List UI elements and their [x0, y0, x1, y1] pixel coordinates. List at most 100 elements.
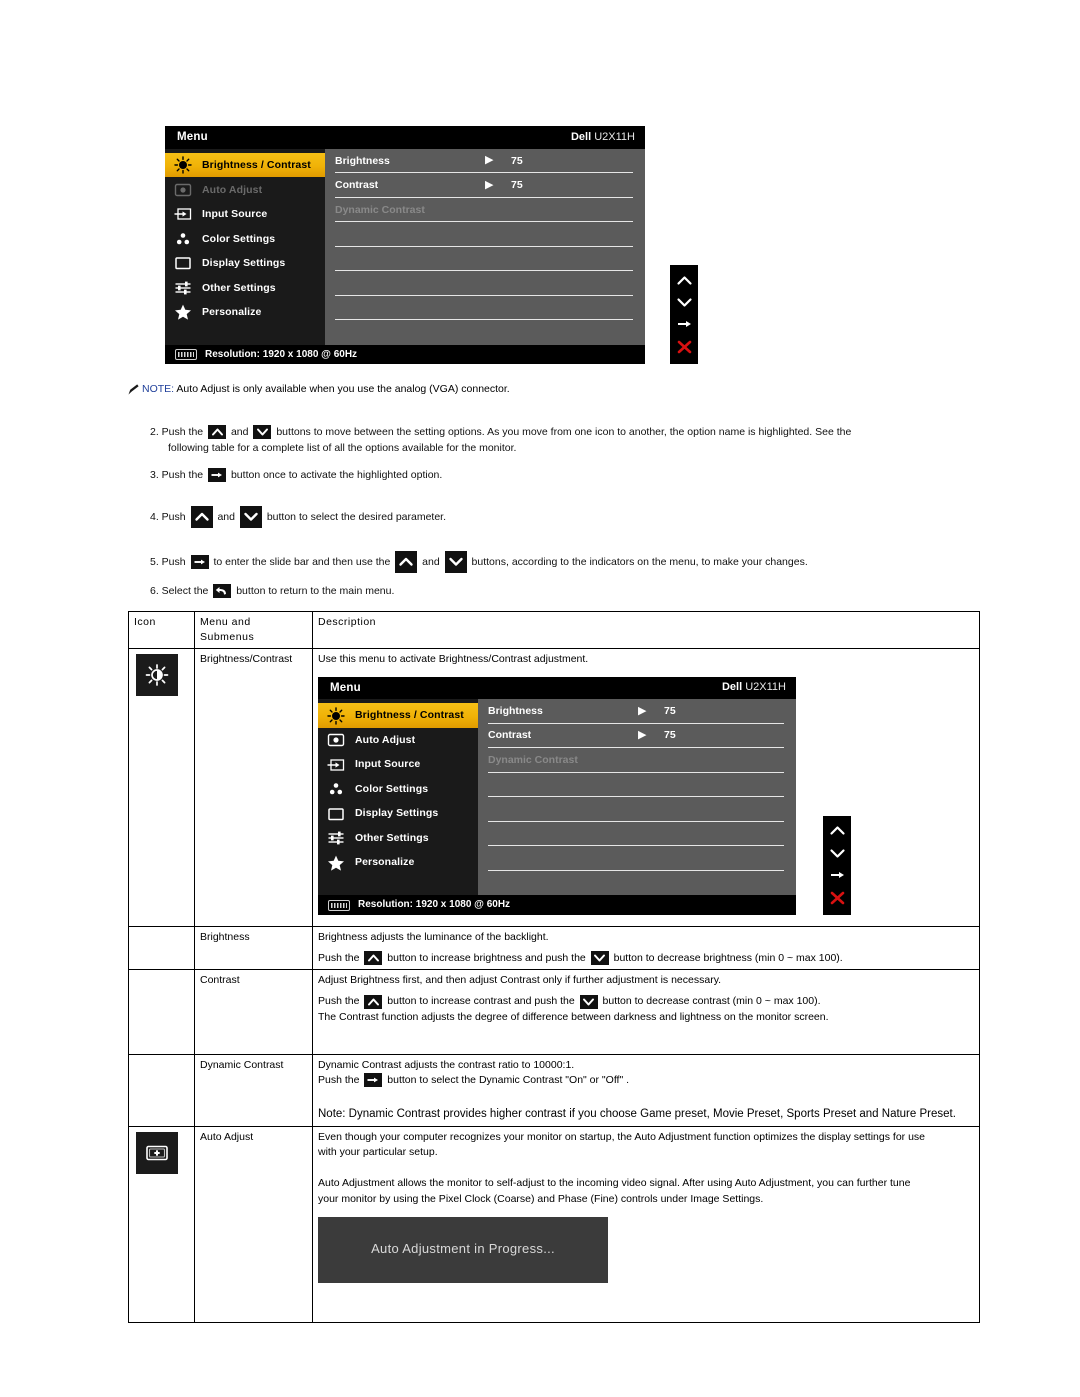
osd-row-value: 75 — [511, 179, 523, 191]
osd-sidebar: Brightness / Contrast Auto Adjust Input … — [318, 699, 478, 896]
down-chevron-icon[interactable] — [676, 296, 693, 309]
step-2-text-a: 2. Push the — [150, 426, 204, 438]
osd-item-personalize[interactable]: Personalize — [165, 300, 325, 325]
color-settings-icon — [326, 780, 346, 798]
other-settings-icon — [326, 829, 346, 847]
cell-icon — [128, 969, 195, 1055]
desc-line-2: Push the button to increase contrast and… — [318, 994, 974, 1009]
osd-item-label: Color Settings — [355, 782, 429, 795]
table-row-brightness-contrast: Brightness/Contrast Use this menu to act… — [128, 648, 980, 927]
cell-description: Even though your computer recognizes you… — [312, 1125, 980, 1323]
down-chevron-icon[interactable] — [444, 551, 467, 573]
up-chevron-icon[interactable] — [364, 951, 383, 966]
auto-adjustment-progress-box: Auto Adjustment in Progress... — [318, 1216, 608, 1283]
osd-item-color-settings[interactable]: Color Settings — [165, 226, 325, 251]
osd-title-bar: Menu Dell U2X11H — [318, 676, 796, 700]
up-chevron-icon[interactable] — [676, 274, 693, 287]
osd-sidebar: Brightness / Contrast Auto Adjust Input … — [165, 148, 325, 345]
down-chevron-icon[interactable] — [253, 425, 272, 440]
desc-line-3: The Contrast function adjusts the degree… — [318, 1010, 829, 1023]
down-chevron-icon[interactable] — [829, 847, 846, 860]
auto-adjustment-progress-text: Auto Adjustment in Progress... — [371, 1241, 555, 1257]
up-chevron-icon[interactable] — [395, 551, 418, 573]
osd-item-brightness-contrast[interactable]: Brightness / Contrast — [165, 152, 325, 178]
step-2-text-c: buttons to move between the setting opti… — [276, 426, 852, 438]
osd-main-panel: Brightness ▶ 75 Contrast ▶ 75 Dynamic Co… — [478, 699, 796, 896]
osd-row-empty — [335, 222, 633, 247]
osd-resolution-text: Resolution: 1920 x 1080 @ 60Hz — [205, 348, 358, 360]
osd-row-name: Dynamic Contrast — [335, 203, 425, 216]
cell-spacer — [318, 1291, 974, 1319]
osd-item-display-settings[interactable]: Display Settings — [165, 251, 325, 276]
osd-screenshot-top: Menu Dell U2X11H Brightness / Contrast A… — [165, 126, 698, 364]
right-arrow-icon[interactable] — [676, 318, 693, 330]
osd-item-auto-adjust[interactable]: Auto Adjust — [165, 177, 325, 202]
right-arrow-icon[interactable] — [364, 1073, 383, 1088]
osd-row-brightness[interactable]: Brightness ▶ 75 — [488, 699, 784, 724]
auto-adjust-icon — [173, 181, 193, 199]
header-description: Description — [312, 610, 980, 650]
osd-item-auto-adjust[interactable]: Auto Adjust — [318, 728, 478, 753]
osd-screenshot-table: Menu Dell U2X11H Brightness / Contrast A… — [318, 676, 918, 917]
osd-item-input-source[interactable]: Input Source — [165, 202, 325, 227]
osd-item-other-settings[interactable]: Other Settings — [318, 826, 478, 851]
table-row-brightness: Brightness Brightness adjusts the lumina… — [128, 925, 980, 971]
star-icon — [173, 303, 193, 321]
osd-menu-label: Menu — [330, 681, 361, 694]
back-arrow-icon[interactable] — [213, 584, 232, 599]
right-arrow-icon[interactable] — [190, 555, 209, 569]
step-3-text-b: button once to activate the highlighted … — [230, 469, 443, 481]
close-x-icon[interactable] — [829, 890, 846, 906]
osd-row-empty — [488, 871, 784, 896]
osd-item-label: Personalize — [355, 856, 415, 869]
down-chevron-icon[interactable] — [239, 506, 262, 528]
up-chevron-icon[interactable] — [190, 506, 213, 528]
down-chevron-icon[interactable] — [579, 994, 598, 1009]
step-6: 6. Select the button to return to the ma… — [150, 584, 980, 600]
up-chevron-icon[interactable] — [208, 425, 227, 440]
cell-spacer — [318, 1088, 974, 1106]
step-2: 2. Push the and buttons to move between … — [150, 425, 980, 457]
down-chevron-icon[interactable] — [590, 951, 609, 966]
up-chevron-icon[interactable] — [364, 994, 383, 1009]
osd-item-personalize[interactable]: Personalize — [318, 850, 478, 875]
osd-item-input-source[interactable]: Input Source — [318, 752, 478, 777]
osd-title-bar: Menu Dell U2X11H — [165, 126, 645, 149]
osd-row-brightness[interactable]: Brightness ▶ 75 — [335, 149, 633, 174]
osd-item-other-settings[interactable]: Other Settings — [165, 275, 325, 300]
step-5-text-c: and — [422, 555, 440, 568]
auto-adjust-icon — [136, 1131, 178, 1174]
osd-row-name: Brightness — [335, 154, 390, 167]
right-arrow-icon[interactable] — [208, 468, 227, 483]
osd-item-label: Auto Adjust — [355, 733, 416, 746]
desc-line-4: your monitor by using the Pixel Clock (C… — [318, 1192, 764, 1205]
up-chevron-icon[interactable] — [829, 824, 846, 837]
other-settings-icon — [173, 279, 193, 297]
osd-item-color-settings[interactable]: Color Settings — [318, 777, 478, 802]
desc-text-b: button to increase contrast and push the — [387, 995, 575, 1008]
osd-item-display-settings[interactable]: Display Settings — [318, 801, 478, 826]
close-x-icon[interactable] — [676, 339, 693, 355]
osd-item-brightness-contrast[interactable]: Brightness / Contrast — [318, 703, 478, 728]
osd-item-label: Brightness / Contrast — [355, 709, 464, 722]
desc-line-1: Dynamic Contrast adjusts the contrast ra… — [318, 1058, 575, 1071]
cell-description: Dynamic Contrast adjusts the contrast ra… — [312, 1053, 980, 1127]
step-4-text-a: 4. Push — [150, 510, 186, 523]
osd-row-dynamic-contrast[interactable]: Dynamic Contrast — [335, 198, 633, 223]
osd-item-label: Auto Adjust — [202, 183, 263, 196]
resolution-icon — [175, 348, 197, 360]
right-arrow-icon[interactable] — [829, 869, 846, 881]
step-5-text-d: buttons, according to the indicators on … — [471, 555, 808, 568]
cell-icon — [128, 925, 195, 971]
cell-menu: Contrast — [194, 969, 313, 1055]
osd-row-value: 75 — [511, 154, 523, 167]
osd-item-label: Input Source — [355, 758, 421, 771]
cell-menu: Auto Adjust — [194, 1125, 313, 1323]
osd-row-dynamic-contrast[interactable]: Dynamic Contrast — [488, 748, 784, 773]
osd-row-contrast[interactable]: Contrast ▶ 75 — [488, 724, 784, 749]
desc-text-c: button to decrease brightness (min 0 ~ m… — [613, 951, 843, 964]
osd-status-bar: Resolution: 1920 x 1080 @ 60Hz — [165, 344, 645, 364]
desc-line-2: Push the button to increase brightness a… — [318, 951, 974, 966]
osd-item-label: Personalize — [202, 306, 262, 318]
osd-row-contrast[interactable]: Contrast ▶ 75 — [335, 173, 633, 198]
